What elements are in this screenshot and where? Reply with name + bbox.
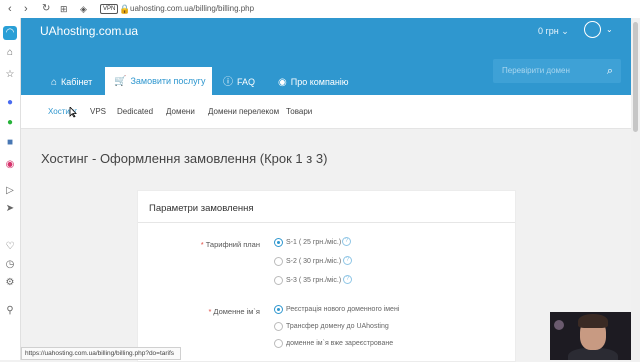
tab-cabinet-label: Кабінет	[61, 77, 93, 87]
send-icon[interactable]: ➤	[3, 202, 17, 216]
shield-icon[interactable]: ◈	[80, 0, 87, 18]
page-scrollbar[interactable]	[631, 18, 640, 360]
media-player-icon[interactable]: ▷	[3, 184, 17, 198]
browser-toolbar: ‹ › ↻ ⊞ ◈ VPN 🔒 uahosting.com.ua/billing…	[0, 0, 640, 19]
messenger-icon[interactable]: ●	[3, 96, 17, 110]
help-icon[interactable]: ?	[343, 275, 352, 284]
site-logo[interactable]: UAhosting.com.ua	[40, 24, 138, 38]
heart-icon[interactable]: ♡	[3, 240, 17, 254]
tab-cabinet[interactable]: ⌂ Кабінет	[51, 71, 92, 93]
vpn-badge[interactable]: VPN	[100, 4, 119, 14]
history-icon[interactable]: ◷	[3, 258, 17, 272]
tabs-grid-icon[interactable]: ⊞	[60, 0, 68, 18]
webcam-overlay	[550, 312, 631, 360]
instagram-icon[interactable]: ◉	[3, 158, 17, 172]
vk-icon[interactable]: ■	[3, 136, 17, 150]
home-app-icon[interactable]: ◠	[3, 26, 17, 40]
tariff-plan-text: Тарифний план	[205, 240, 260, 249]
tariff-option-s2[interactable]: S-2 ( 30 грн./міс.)	[286, 257, 341, 267]
tab-order-service-label: Замовити послугу	[130, 76, 206, 86]
card-title: Параметри замовлення	[149, 203, 254, 214]
domain-name-text: Доменне ім`я	[213, 307, 260, 316]
account-balance[interactable]: 0 грн ⌄	[538, 24, 569, 38]
domain-name-label: * Доменне ім`я	[138, 307, 260, 317]
domain-search-input[interactable]: Перевірити домен ⌕	[493, 59, 621, 83]
tariff-radio-s2[interactable]	[274, 257, 283, 266]
domain-search-placeholder: Перевірити домен	[502, 66, 570, 75]
order-parameters-card: Параметри замовлення * Тарифний план S-1 …	[137, 190, 516, 362]
domain-radio-register[interactable]	[274, 305, 283, 314]
forward-icon[interactable]: ›	[24, 0, 28, 18]
subnav-item-dedicated[interactable]: Dedicated	[117, 95, 153, 128]
required-marker: *	[200, 240, 204, 249]
help-icon[interactable]: ?	[343, 256, 352, 265]
address-bar[interactable]: uahosting.com.ua/billing/billing.php	[130, 0, 254, 18]
tariff-radio-s1[interactable]	[274, 238, 283, 247]
domain-option-existing[interactable]: доменне ім`я вже зареєстроване	[286, 339, 393, 349]
whatsapp-icon[interactable]: ●	[3, 116, 17, 130]
home-icon[interactable]: ⌂	[3, 46, 17, 60]
page-title: Хостинг - Оформлення замовлення (Крок 1 …	[41, 151, 328, 166]
tab-about-label: Про компанію	[290, 77, 349, 87]
chevron-down-icon[interactable]: ⌄	[606, 25, 613, 35]
subnav-item-goods[interactable]: Товари	[286, 95, 312, 128]
subnav-item-vps[interactable]: VPS	[90, 95, 106, 128]
subnav-item-domains[interactable]: Домени	[166, 95, 195, 128]
status-bar-url: https://uahosting.com.ua/billing/billing…	[21, 347, 181, 360]
user-avatar-icon[interactable]	[584, 21, 601, 38]
domain-option-transfer[interactable]: Трансфер домену до UAhosting	[286, 322, 389, 332]
tariff-option-s1[interactable]: S-1 ( 25 грн./міс.)	[286, 238, 341, 248]
domain-radio-transfer[interactable]	[274, 322, 283, 331]
domain-option-register[interactable]: Реєстрація нового доменного імені	[286, 305, 399, 315]
scrollbar-thumb[interactable]	[633, 22, 638, 132]
site-header: UAhosting.com.ua 0 грн ⌄ ⌄ ⌂ Кабінет 🛒 Зам…	[21, 18, 631, 95]
star-icon[interactable]: ☆	[3, 68, 17, 82]
tab-order-service[interactable]: 🛒 Замовити послугу	[105, 67, 213, 95]
location-icon[interactable]: ⚲	[3, 304, 17, 318]
tariff-radio-s3[interactable]	[274, 276, 283, 285]
subnav-item-domain-transfer[interactable]: Домени перелеком	[208, 95, 279, 128]
required-marker: *	[208, 307, 212, 316]
back-icon[interactable]: ‹	[8, 0, 12, 18]
help-icon[interactable]: ?	[342, 237, 351, 246]
tab-faq-label: FAQ	[237, 77, 256, 87]
sub-navigation: Хостинг VPS Dedicated Домени Домени пере…	[21, 95, 631, 129]
domain-radio-existing[interactable]	[274, 339, 283, 348]
settings-icon[interactable]: ⚙	[3, 276, 17, 290]
person-hair	[578, 314, 608, 328]
background-light	[554, 320, 564, 330]
browser-sidebar: ◠ ⌂ ☆ ● ● ■ ◉ ▷ ➤ ♡ ◷ ⚙ ⚲	[0, 18, 21, 360]
mouse-cursor-icon	[69, 107, 77, 118]
divider	[138, 222, 515, 223]
tariff-plan-label: * Тарифний план	[138, 240, 260, 250]
tab-faq[interactable]: ⓘ FAQ	[223, 71, 255, 93]
reload-icon[interactable]: ↻	[42, 0, 50, 18]
home-icon: ⌂	[51, 77, 58, 88]
eye-icon: ◉	[278, 77, 287, 88]
tariff-option-s3[interactable]: S-3 ( 35 грн./міс.)	[286, 276, 341, 286]
search-icon[interactable]: ⌕	[607, 59, 613, 83]
lock-icon: 🔒	[119, 4, 131, 14]
cart-icon: 🛒	[114, 76, 127, 87]
question-icon: ⓘ	[223, 77, 233, 88]
tab-about[interactable]: ◉ Про компанію	[278, 71, 349, 93]
